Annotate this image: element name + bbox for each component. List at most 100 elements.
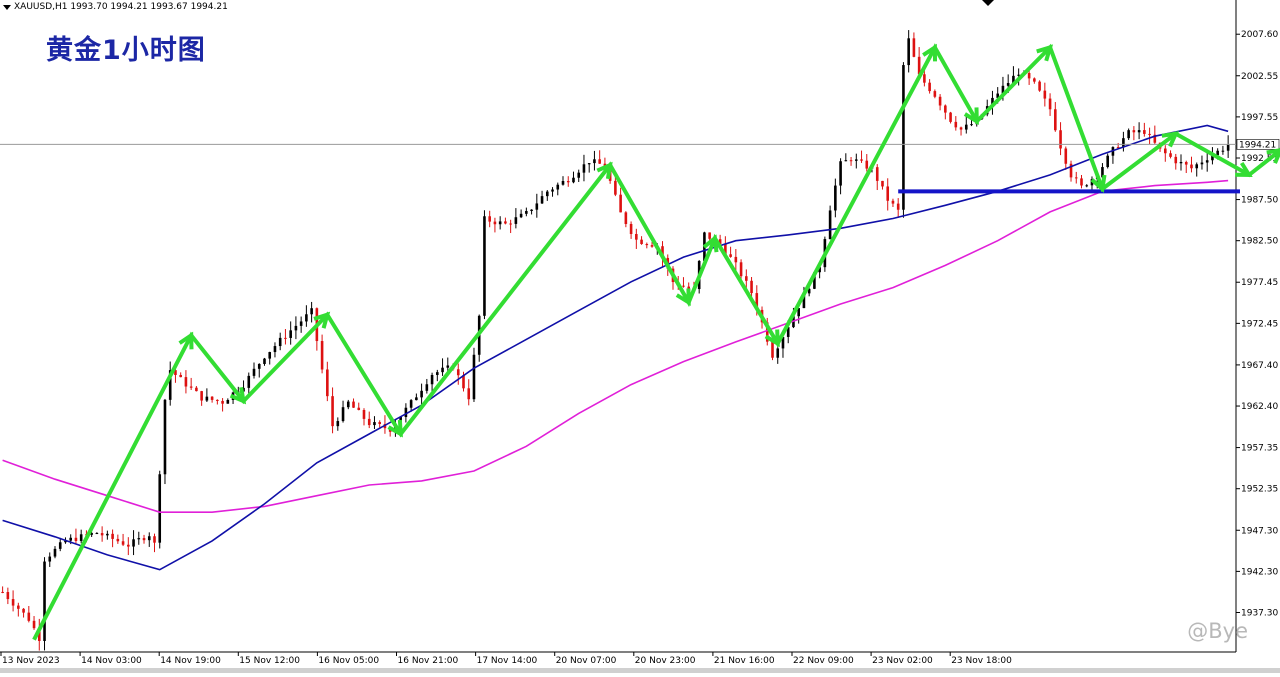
candle-body — [614, 180, 617, 195]
y-tick-label: 1987.50 — [1241, 196, 1278, 206]
x-tick-label: 20 Nov 23:00 — [635, 656, 696, 666]
candle-body — [745, 276, 748, 281]
x-tick-label: 21 Nov 16:00 — [714, 656, 775, 666]
x-tick-label: 20 Nov 07:00 — [556, 656, 617, 666]
candle-body — [687, 286, 691, 289]
candle-body — [1200, 162, 1204, 165]
candle-body — [32, 620, 36, 629]
candle-body — [278, 337, 282, 347]
candle-body — [650, 245, 654, 247]
candle-body — [923, 74, 926, 83]
y-tick-label: 1977.45 — [1241, 278, 1278, 288]
x-tick-label: 13 Nov 2023 — [2, 656, 60, 666]
candle-body — [729, 254, 732, 257]
candle-body — [577, 172, 581, 178]
candle-body — [6, 592, 10, 600]
symbol-info: XAUUSD,H1 1993.70 1994.21 1993.67 1994.2… — [14, 2, 228, 12]
candle-body — [436, 372, 439, 375]
candle-body — [326, 369, 329, 397]
candle-body — [195, 387, 198, 392]
candle-body — [205, 396, 209, 401]
candle-body — [367, 418, 371, 426]
candle-body — [341, 407, 345, 422]
candle-body — [907, 38, 910, 66]
candle-body — [891, 200, 895, 204]
y-tick-label: 1982.50 — [1241, 237, 1278, 247]
y-tick-label: 1947.30 — [1241, 526, 1278, 536]
y-tick-label: 1952.35 — [1241, 485, 1278, 495]
candle-body — [1059, 130, 1062, 149]
candle-body — [875, 167, 879, 181]
candle-body — [483, 216, 486, 316]
chart-canvas[interactable]: 2007.602002.551997.551992.551987.501982.… — [0, 0, 1280, 673]
candle-body — [572, 177, 575, 183]
x-tick-label: 14 Nov 03:00 — [81, 656, 142, 666]
y-tick-label: 2007.60 — [1241, 30, 1278, 40]
plot-area — [0, 0, 1236, 652]
x-tick-label: 22 Nov 09:00 — [793, 656, 854, 666]
candle-body — [1127, 130, 1130, 139]
candle-body — [561, 181, 565, 185]
candle-body — [1074, 177, 1078, 179]
candle-body — [1106, 155, 1109, 168]
candle-body — [624, 212, 628, 224]
candle-body — [268, 352, 272, 359]
current-price-label: 1994.21 — [1239, 140, 1276, 150]
candle-body — [944, 105, 947, 113]
x-tick-label: 16 Nov 21:00 — [398, 656, 459, 666]
candle-body — [933, 91, 937, 97]
candle-body — [346, 401, 350, 408]
candle-body — [949, 112, 952, 122]
candle-body — [682, 285, 685, 287]
candle-body — [519, 213, 523, 218]
symbol-dropdown-icon[interactable] — [3, 5, 11, 10]
candle-body — [1205, 160, 1209, 163]
x-tick-label: 16 Nov 05:00 — [318, 656, 379, 666]
candle-body — [58, 542, 62, 549]
candle-body — [409, 400, 413, 408]
candle-body — [17, 605, 20, 609]
candle-body — [629, 223, 633, 235]
candle-body — [11, 599, 15, 606]
candle-body — [514, 217, 518, 224]
candle-body — [1038, 81, 1041, 91]
candle-body — [640, 239, 643, 245]
candle-body — [357, 407, 361, 411]
candle-body — [456, 369, 460, 376]
y-tick-label: 1937.30 — [1241, 609, 1278, 619]
price-chart[interactable]: 2007.60 2002.55 1997.55 1992.55 1987.50 1982.… — [0, 0, 1280, 673]
candle-body — [1027, 72, 1031, 79]
candle-body — [100, 533, 104, 536]
candle-body — [902, 65, 905, 210]
candle-body — [828, 210, 832, 240]
candle-body — [860, 159, 863, 161]
candle-body — [1169, 153, 1172, 157]
candle-body — [566, 181, 570, 183]
candle-body — [415, 397, 418, 401]
candle-body — [153, 536, 156, 543]
candle-body — [525, 210, 528, 214]
candle-body — [446, 365, 450, 368]
candle-body — [252, 368, 256, 376]
candle-body — [854, 159, 858, 161]
x-tick-label: 14 Nov 19:00 — [160, 656, 221, 666]
candle-body — [1085, 185, 1089, 187]
tab-strip[interactable] — [0, 668, 1280, 673]
candle-body — [1, 591, 4, 593]
candle-body — [111, 533, 114, 539]
candle-body — [912, 38, 916, 57]
candle-body — [137, 538, 141, 540]
candle-body — [289, 330, 292, 338]
candle-body — [488, 216, 491, 222]
y-tick-label: 1957.35 — [1241, 444, 1278, 454]
candle-body — [865, 160, 869, 169]
candle-body — [299, 321, 303, 326]
candle-body — [1174, 156, 1178, 164]
candle-body — [132, 539, 135, 547]
candle-body — [1226, 144, 1230, 151]
candle-body — [48, 556, 52, 562]
candle-body — [305, 314, 308, 322]
candle-body — [142, 538, 146, 541]
candle-body — [964, 124, 968, 130]
candle-body — [441, 367, 444, 373]
